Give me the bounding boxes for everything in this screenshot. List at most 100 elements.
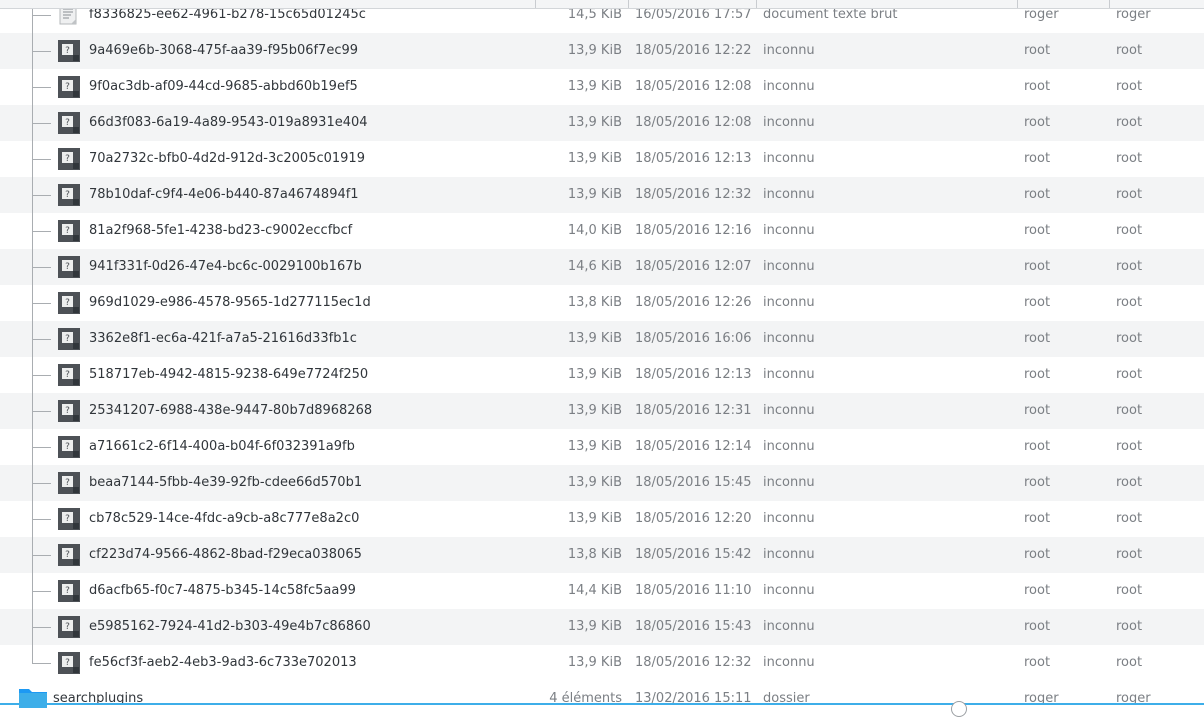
unknown-file-icon: ? <box>58 364 80 386</box>
file-size: 14,4 KiB <box>567 583 622 598</box>
file-group: root <box>1116 79 1143 94</box>
file-type: inconnu <box>763 475 815 490</box>
file-row[interactable]: ? fe56cf3f-aeb2-4eb3-9ad3-6c733e702013 13,… <box>0 645 1204 681</box>
folder-size: 4 éléments <box>549 691 622 706</box>
unknown-file-icon: ? <box>58 220 80 242</box>
folder-icon <box>18 685 48 709</box>
file-row[interactable]: ? 9a469e6b-3068-475f-aa39-f95b06f7ec99 13,… <box>0 33 1204 69</box>
file-type: inconnu <box>763 403 815 418</box>
file-row[interactable]: ? 78b10daf-c9f4-4e06-b440-87a4674894f1 13,… <box>0 177 1204 213</box>
file-date: 18/05/2016 15:43 <box>635 619 752 634</box>
file-group: root <box>1116 295 1143 310</box>
svg-text:?: ? <box>65 406 70 416</box>
file-row[interactable]: ? d6acfb65-f0c7-4875-b345-14c58fc5aa99 14,… <box>0 573 1204 609</box>
column-separator[interactable] <box>1017 0 1018 8</box>
file-type: inconnu <box>763 511 815 526</box>
unknown-file-icon: ? <box>58 544 80 566</box>
file-date: 18/05/2016 12:07 <box>635 259 752 274</box>
tree-branch-line <box>33 195 51 196</box>
file-row[interactable]: ? cf223d74-9566-4862-8bad-f29eca038065 13,… <box>0 537 1204 573</box>
tree-branch-line <box>32 645 33 664</box>
tree-branch-line <box>33 663 51 664</box>
tree-branch-line <box>33 627 51 628</box>
file-owner: root <box>1024 583 1051 598</box>
file-size: 14,6 KiB <box>567 259 622 274</box>
unknown-file-icon: ? <box>58 436 80 458</box>
unknown-file-icon: ? <box>58 112 80 134</box>
tree-branch-line <box>33 267 51 268</box>
file-owner: root <box>1024 511 1051 526</box>
unknown-file-icon: ? <box>58 76 80 98</box>
tree-branch-line <box>33 555 51 556</box>
file-owner: root <box>1024 619 1051 634</box>
folder-owner: roger <box>1024 691 1059 706</box>
unknown-file-icon: ? <box>58 40 80 62</box>
file-row[interactable]: ? beaa7144-5fbb-4e39-92fb-cdee66d570b1 13,… <box>0 465 1204 501</box>
column-separator[interactable] <box>535 0 536 8</box>
tree-branch-line <box>33 87 51 88</box>
file-group: root <box>1116 151 1143 166</box>
file-row[interactable]: ? 941f331f-0d26-47e4-bc6c-0029100b167b 14,… <box>0 249 1204 285</box>
svg-text:?: ? <box>65 118 70 128</box>
folder-row-searchplugins[interactable]: searchplugins 4 éléments 13/02/2016 15:1… <box>0 681 1204 717</box>
file-name: 81a2f968-5fe1-4238-bd23-c9002eccfbcf <box>89 223 353 238</box>
tree-branch-line <box>33 51 51 52</box>
file-group: root <box>1116 655 1143 670</box>
svg-text:?: ? <box>65 298 70 308</box>
file-size: 13,9 KiB <box>567 331 622 346</box>
file-row[interactable]: ? e5985162-7924-41d2-b303-49e4b7c86860 13,… <box>0 609 1204 645</box>
unknown-file-icon: ? <box>58 184 80 206</box>
tree-branch-line <box>33 123 51 124</box>
tree-branch-line <box>33 159 51 160</box>
file-row[interactable]: ? 3362e8f1-ec6a-421f-a7a5-21616d33fb1c 13,… <box>0 321 1204 357</box>
file-row[interactable]: ? 518717eb-4942-4815-9238-649e7724f250 13,… <box>0 357 1204 393</box>
unknown-file-icon: ? <box>58 472 80 494</box>
file-row[interactable]: ? 70a2732c-bfb0-4d2d-912d-3c2005c01919 13,… <box>0 141 1204 177</box>
file-row[interactable]: ? 969d1029-e986-4578-9565-1d277115ec1d 13,… <box>0 285 1204 321</box>
file-date: 18/05/2016 12:13 <box>635 151 752 166</box>
file-type: inconnu <box>763 331 815 346</box>
file-group: root <box>1116 583 1143 598</box>
svg-text:?: ? <box>65 46 70 56</box>
file-date: 18/05/2016 12:14 <box>635 439 752 454</box>
folder-name: searchplugins <box>53 691 144 706</box>
file-name: 70a2732c-bfb0-4d2d-912d-3c2005c01919 <box>89 151 365 166</box>
tree-branch-line <box>33 15 51 16</box>
file-row[interactable]: ? 66d3f083-6a19-4a89-9543-019a8931e404 13,… <box>0 105 1204 141</box>
svg-text:?: ? <box>65 514 70 524</box>
file-owner: root <box>1024 43 1051 58</box>
file-date: 18/05/2016 15:45 <box>635 475 752 490</box>
file-group: root <box>1116 511 1143 526</box>
file-row[interactable]: ? cb78c529-14ce-4fdc-a9cb-a8c777e8a2c0 13,… <box>0 501 1204 537</box>
column-header-bar[interactable] <box>0 0 1204 9</box>
unknown-file-icon: ? <box>58 256 80 278</box>
column-separator[interactable] <box>756 0 757 8</box>
tree-branch-line <box>33 591 51 592</box>
file-group: root <box>1116 223 1143 238</box>
scroll-handle[interactable] <box>951 701 967 717</box>
file-row[interactable]: ? a71661c2-6f14-400a-b04f-6f032391a9fb 13,… <box>0 429 1204 465</box>
file-owner: root <box>1024 151 1051 166</box>
tree-branch-line <box>33 411 51 412</box>
file-name: 941f331f-0d26-47e4-bc6c-0029100b167b <box>89 259 362 274</box>
column-separator[interactable] <box>1109 0 1110 8</box>
file-name: 518717eb-4942-4815-9238-649e7724f250 <box>89 367 369 382</box>
file-row[interactable]: ? 81a2f968-5fe1-4238-bd23-c9002eccfbcf 14,… <box>0 213 1204 249</box>
file-date: 18/05/2016 12:08 <box>635 79 752 94</box>
file-date: 18/05/2016 12:20 <box>635 511 752 526</box>
file-name: d6acfb65-f0c7-4875-b345-14c58fc5aa99 <box>89 583 356 598</box>
column-separator[interactable] <box>628 0 629 8</box>
file-row[interactable]: ? 25341207-6988-438e-9447-80b7d8968268 13,… <box>0 393 1204 429</box>
file-group: root <box>1116 547 1143 562</box>
file-type: inconnu <box>763 187 815 202</box>
file-date: 18/05/2016 12:32 <box>635 187 752 202</box>
file-size: 13,9 KiB <box>567 43 622 58</box>
svg-text:?: ? <box>65 334 70 344</box>
file-type: inconnu <box>763 115 815 130</box>
file-row[interactable]: ? 9f0ac3db-af09-44cd-9685-abbd60b19ef5 13,… <box>0 69 1204 105</box>
file-name: a71661c2-6f14-400a-b04f-6f032391a9fb <box>89 439 355 454</box>
svg-text:?: ? <box>65 262 70 272</box>
file-size: 13,9 KiB <box>567 403 622 418</box>
file-date: 18/05/2016 12:26 <box>635 295 752 310</box>
svg-text:?: ? <box>65 586 70 596</box>
